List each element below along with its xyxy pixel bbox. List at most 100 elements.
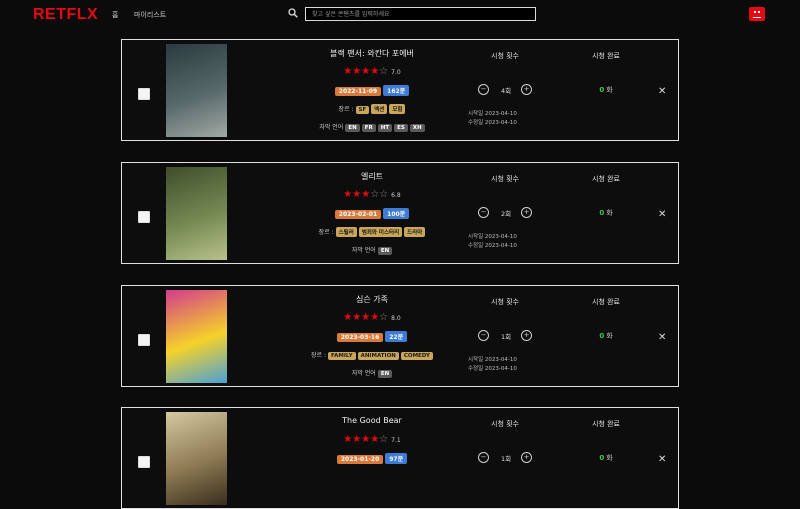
subtitle-language-list: 자막 언어 EN: [272, 368, 472, 378]
poster-image[interactable]: [166, 44, 227, 137]
runtime-badge: 100분: [383, 208, 410, 219]
watch-list-card[interactable]: 엘리트 ★★★☆☆ 6.8 2023-02-01 100분 장르 : 스릴러 범죄와 미스터리…: [121, 162, 679, 264]
runtime-badge: 22분: [385, 331, 408, 342]
watch-count-stepper[interactable]: − 4회 +: [478, 84, 534, 96]
decrement-button[interactable]: −: [478, 452, 489, 463]
language-label: 자막 언어: [351, 370, 376, 377]
star-icon: ★: [352, 434, 362, 445]
content-title: 심슨 가족: [356, 295, 388, 304]
update-date: 수정일 2023-04-10: [468, 120, 517, 126]
language-tag: EN: [377, 247, 393, 255]
episode-unit: 화: [606, 209, 613, 217]
close-icon[interactable]: ✕: [658, 332, 666, 343]
watched-count: 0화: [571, 85, 641, 95]
star-half-icon: ★: [370, 66, 380, 77]
poster-image[interactable]: [166, 290, 227, 383]
release-info: 2023-03-16 22분: [272, 331, 472, 342]
watched-header: 시청 완료: [592, 52, 620, 60]
close-icon[interactable]: ✕: [658, 209, 666, 220]
watch-count-stepper[interactable]: − 2회 +: [478, 207, 534, 219]
star-icon: ★: [352, 66, 362, 77]
watched-count: 0화: [571, 208, 641, 218]
watched-header: 시청 완료: [592, 420, 620, 428]
select-checkbox[interactable]: [138, 88, 150, 100]
select-checkbox[interactable]: [138, 456, 150, 468]
watch-count-header: 시청 횟수: [491, 52, 519, 60]
nav-my-list-link[interactable]: 마이리스트: [134, 10, 166, 20]
content-title: The Good Bear: [342, 416, 402, 425]
rating: ★★★★☆ 7.1: [272, 434, 472, 445]
rating: ★★★☆☆ 6.8: [272, 189, 472, 200]
poster-image[interactable]: [166, 412, 227, 505]
increment-button[interactable]: +: [521, 452, 532, 463]
genre-tag: 모험: [389, 104, 406, 114]
release-date: 2023-02-01: [334, 210, 382, 219]
genre-list: 장르 : FAMILY ANIMATION COMEDY: [272, 350, 472, 360]
episode-unit: 화: [606, 332, 613, 340]
select-checkbox[interactable]: [138, 334, 150, 346]
content-title: 블랙 팬서: 와칸다 포에버: [330, 49, 414, 58]
watch-count-stepper[interactable]: − 1회 +: [478, 330, 534, 342]
watch-count-header: 시청 횟수: [491, 420, 519, 428]
increment-button[interactable]: +: [521, 330, 532, 341]
genre-tag: FAMILY: [328, 352, 356, 360]
star-half-icon: ★: [370, 434, 380, 445]
increment-button[interactable]: +: [521, 84, 532, 95]
watched-count: 0화: [571, 453, 641, 463]
content-title: 엘리트: [360, 172, 384, 181]
poster-image[interactable]: [166, 167, 227, 260]
profile-avatar[interactable]: [749, 7, 765, 21]
logo[interactable]: RETFLX: [33, 6, 98, 24]
top-navigation-bar: RETFLX 홈 마이리스트: [0, 0, 800, 32]
genre-label: 장르: [311, 352, 323, 359]
watch-count-stepper[interactable]: − 1회 +: [478, 452, 534, 464]
language-tag: EN: [377, 370, 393, 378]
increment-button[interactable]: +: [521, 207, 532, 218]
language-tag: ES: [394, 124, 408, 132]
watched-number: 0: [599, 209, 605, 217]
subtitle-language-list: 자막 언어 EN: [272, 245, 472, 255]
star-empty-icon: ☆: [370, 189, 380, 200]
watch-list-card[interactable]: 블랙 팬서: 와칸다 포에버 ★★★★☆ 7.0 2022-11-09 162분 장르 :…: [121, 39, 679, 141]
rating-score: 8.0: [391, 315, 401, 322]
star-icon: ★: [343, 66, 353, 77]
search-icon[interactable]: [288, 8, 298, 18]
star-icon: ★: [343, 434, 353, 445]
rating-score: 7.1: [391, 437, 401, 444]
genre-tag: 액션: [371, 104, 388, 114]
star-icon: ★: [361, 189, 371, 200]
decrement-button[interactable]: −: [478, 330, 489, 341]
language-tag: XH: [409, 124, 425, 132]
search-input[interactable]: [305, 7, 536, 21]
runtime-badge: 162분: [383, 85, 410, 96]
close-icon[interactable]: ✕: [658, 86, 666, 97]
nav-home-link[interactable]: 홈: [112, 10, 118, 20]
episode-unit: 화: [606, 86, 613, 94]
genre-tag: 범죄와 미스터리: [358, 227, 403, 237]
watch-list-card[interactable]: 심슨 가족 ★★★★☆ 8.0 2023-03-16 22분장르 : FAMILY ANIM…: [121, 285, 679, 387]
watch-list-card[interactable]: The Good Bear ★★★★☆ 7.1 2023-01-20 97분 시청 횟수 시…: [121, 407, 679, 509]
release-date: 2022-11-09: [334, 87, 382, 96]
rating: ★★★★☆ 8.0: [272, 312, 472, 323]
decrement-button[interactable]: −: [478, 207, 489, 218]
watched-header: 시청 완료: [592, 298, 620, 306]
decrement-button[interactable]: −: [478, 84, 489, 95]
star-icon: ★: [361, 66, 371, 77]
genre-tag: COMEDY: [400, 352, 433, 360]
release-info: 2023-02-01 100분: [272, 208, 472, 219]
select-checkbox[interactable]: [138, 211, 150, 223]
runtime-badge: 97분: [385, 453, 408, 464]
watched-number: 0: [599, 454, 605, 462]
star-icon: ★: [361, 434, 371, 445]
star-half-icon: ★: [370, 312, 380, 323]
release-date: 2023-01-20: [336, 455, 384, 464]
close-icon[interactable]: ✕: [658, 454, 666, 465]
start-date: 시작일 2023-04-10: [468, 234, 517, 240]
watch-count-value: 1회: [500, 455, 512, 463]
star-icon: ★: [343, 189, 353, 200]
rating-score: 7.0: [391, 69, 401, 76]
watched-count: 0화: [571, 331, 641, 341]
genre-list: 장르 : 스릴러 범죄와 미스터리 드라마: [272, 227, 472, 237]
language-tag: HT: [377, 124, 393, 132]
release-info: 2023-01-20 97분: [272, 453, 472, 464]
